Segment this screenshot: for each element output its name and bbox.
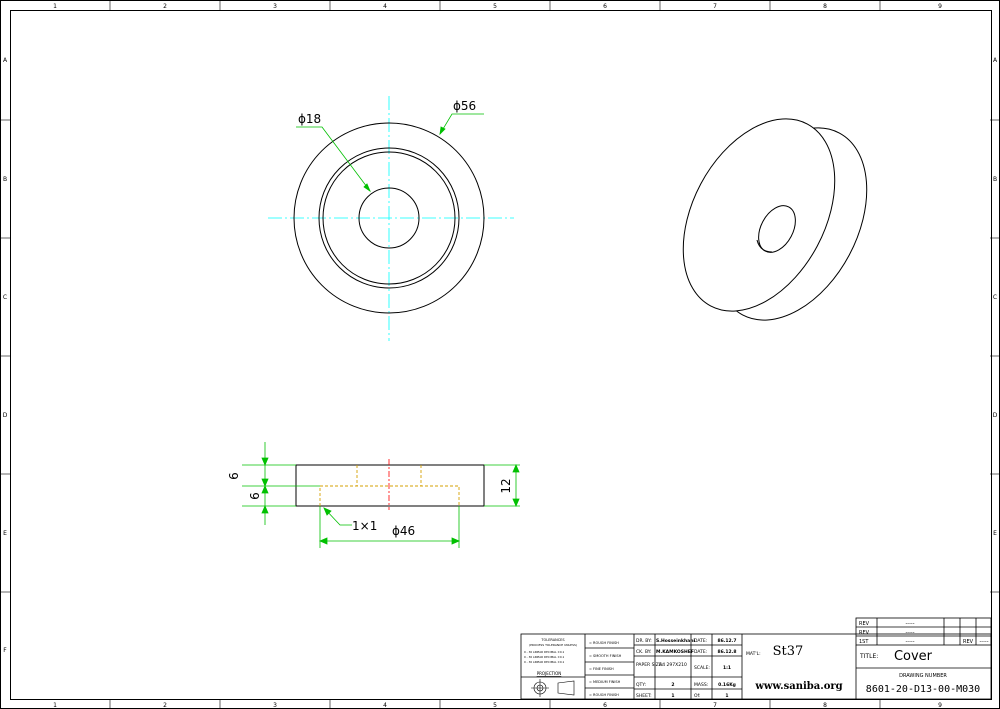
col-label-top: 9 (938, 3, 942, 10)
projection-label: PROJECTION (537, 671, 562, 676)
scale-label: SCALE: (694, 665, 710, 671)
rev-value: ----- (979, 639, 988, 645)
sheet-value: 1 (671, 693, 674, 699)
row-label-right: D (993, 412, 998, 419)
row-label-left: B (3, 176, 7, 183)
qty-label: QTY: (636, 682, 646, 688)
col-label-top: 3 (273, 3, 277, 10)
mass-value: 0.16Kg (718, 682, 736, 688)
bore-dimension-label: ϕ18 (298, 112, 321, 126)
of-label: Of: (694, 693, 700, 699)
ck-by-value: M.KAMKOSHEF (656, 649, 694, 655)
col-label-bottom: 4 (383, 702, 387, 709)
row-label-left: D (3, 412, 8, 419)
finish-row: = ROUGH FINISH (589, 693, 619, 697)
rev-row-label: REV (859, 621, 870, 627)
tolerance-block: TOLERANCES (PROCESS TOLERANCE UNLESS) 0 … (524, 638, 577, 697)
dr-by-label: DR. BY: (636, 638, 652, 644)
drawing-sheet: 1 2 3 4 5 6 7 8 9 1 2 3 4 5 6 7 8 9 A B … (0, 0, 1000, 709)
material-label: MAT'L: (746, 651, 761, 657)
row-label-left: A (3, 57, 8, 64)
isometric-view (682, 118, 868, 321)
col-label-bottom: 3 (273, 702, 277, 709)
mass-label: MASS: (694, 682, 708, 688)
rev-row-label: 1ST (859, 639, 869, 645)
col-label-top: 4 (383, 3, 387, 10)
date1-value: 86.12.7 (717, 638, 736, 644)
row-label-right: E (993, 530, 997, 537)
col-label-bottom: 8 (823, 702, 827, 709)
col-label-bottom: 6 (603, 702, 607, 709)
rev-row-value: ----- (905, 630, 914, 636)
website-text: www.saniba.org (754, 681, 842, 692)
col-label-bottom: 5 (493, 702, 497, 709)
tolerance-title: TOLERANCES (540, 638, 565, 642)
drawing-title: Cover (894, 649, 933, 664)
rev-label: REV (963, 639, 974, 645)
tolerance-subtitle: (PROCESS TOLERANCE UNLESS) (529, 643, 577, 647)
col-label-bottom: 1 (53, 702, 57, 709)
tolerance-row: 0 - 30 LINEAR DECIMAL ±0.1 (524, 655, 564, 659)
finish-row: = FINE FINISH (589, 667, 614, 671)
row-label-right: B (993, 176, 997, 183)
side-body (295, 464, 485, 507)
col-label-bottom: 2 (163, 702, 167, 709)
scale-value: 1:1 (723, 665, 731, 671)
side-hidden-lines (319, 465, 460, 506)
outer-dimension-label: ϕ56 (453, 99, 476, 113)
tolerance-row: 0 - 30 LINEAR DECIMAL ±0.1 (524, 650, 564, 654)
front-view-centerlines (268, 96, 514, 341)
side-dims (242, 442, 520, 548)
row-label-left: E (3, 530, 7, 537)
date2-label: DATE: (694, 649, 707, 655)
revision-table: REV REV 1ST ----- ----- ----- REV ----- (859, 621, 989, 645)
chamfer-label: 1×1 (352, 519, 377, 533)
side-view: 6 6 12 1×1 ϕ46 (227, 442, 520, 548)
finish-row: = SMOOTH FINISH (589, 654, 622, 658)
col-label-top: 1 (53, 3, 57, 10)
of-value: 1 (725, 693, 728, 699)
material-value: St37 (773, 644, 804, 659)
col-label-top: 2 (163, 3, 167, 10)
dr-by-value: S.Hosseinkhani (656, 638, 695, 644)
row-label-right: C (993, 294, 997, 301)
drawing-number: 8601-20-D13-00-M030 (866, 684, 980, 695)
front-view: ϕ18 ϕ56 (268, 96, 514, 341)
step-dimension-label: ϕ46 (392, 524, 415, 538)
qty-value: 2 (671, 682, 674, 688)
zone-markers (0, 0, 1000, 709)
rev-row-value: ----- (905, 639, 914, 645)
bottom-height-label: 6 (248, 492, 262, 500)
col-label-top: 6 (603, 3, 607, 10)
col-label-top: 7 (713, 3, 717, 10)
col-label-top: 8 (823, 3, 827, 10)
row-label-right: A (993, 57, 998, 64)
finish-row: = MEDIUM FINISH (589, 680, 621, 684)
rev-row-value: ----- (905, 621, 914, 627)
title-label: TITLE: (859, 653, 878, 660)
drawing-number-label: DRAWING NUMBER (899, 673, 947, 679)
finish-block: = ROUGH FINISH = SMOOTH FINISH = FINE FI… (589, 641, 622, 697)
row-label-left: C (3, 294, 7, 301)
sheet-frame (0, 0, 1000, 709)
finish-row: = ROUGH FINISH (589, 641, 619, 645)
tolerance-row: 0 - 30 LINEAR DECIMAL ±0.1 (524, 660, 564, 664)
col-label-bottom: 9 (938, 702, 942, 709)
projection-symbol (531, 679, 575, 697)
zone-labels: 1 2 3 4 5 6 7 8 9 1 2 3 4 5 6 7 8 9 A B … (3, 3, 998, 709)
rev-row-label: REV (859, 630, 870, 636)
top-height-label: 6 (227, 472, 241, 480)
date2-value: 86.12.8 (717, 649, 736, 655)
date1-label: DATE: (694, 638, 707, 644)
ck-by-label: CK. BY: (636, 649, 651, 655)
col-label-top: 5 (493, 3, 497, 10)
row-label-left: F (3, 647, 7, 654)
col-label-bottom: 7 (713, 702, 717, 709)
paper-size-value: A4 297X210 (659, 662, 687, 668)
total-height-label: 12 (499, 478, 513, 493)
sheet-label: SHEET: (636, 693, 652, 699)
